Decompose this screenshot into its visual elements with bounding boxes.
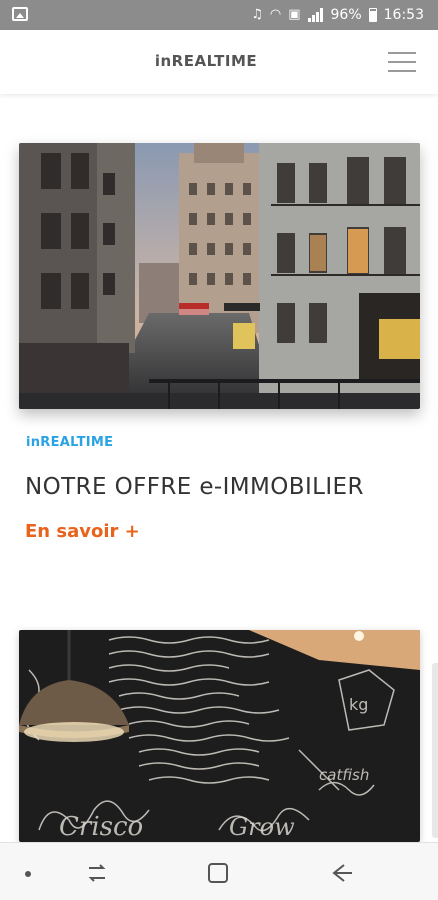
signal-icon bbox=[307, 8, 324, 22]
card-kicker: inREALTIME bbox=[26, 435, 114, 450]
scroll-indicator[interactable] bbox=[432, 663, 438, 838]
clock: 16:53 bbox=[383, 7, 424, 23]
svg-text:kg: kg bbox=[349, 695, 368, 714]
status-bar: ♫ ◠ ▣ 96% 16:53 bbox=[0, 0, 438, 30]
learn-more-link[interactable]: En savoir + bbox=[25, 521, 140, 542]
recent-apps-icon[interactable] bbox=[85, 863, 109, 883]
hamburger-icon[interactable] bbox=[388, 50, 416, 74]
battery-percent: 96% bbox=[330, 7, 362, 23]
brand-title[interactable]: inREALTIME bbox=[0, 52, 412, 70]
chalkboard-image[interactable]: kg catfish Crisco Grow bbox=[19, 630, 420, 842]
svg-text:catfish: catfish bbox=[319, 766, 369, 784]
svg-text:Grow: Grow bbox=[229, 813, 295, 841]
card-title[interactable]: NOTRE OFFRE e-IMMOBILIER bbox=[25, 474, 364, 500]
app-header: inREALTIME bbox=[0, 30, 438, 94]
volume-icon: ♫ bbox=[251, 7, 263, 22]
home-icon[interactable] bbox=[208, 863, 228, 883]
paris-street-image[interactable] bbox=[19, 143, 420, 409]
wifi-icon: ◠ bbox=[269, 7, 282, 22]
navigation-bar bbox=[0, 842, 438, 900]
image-icon bbox=[12, 7, 28, 21]
back-icon[interactable] bbox=[330, 861, 354, 885]
dot-icon[interactable] bbox=[25, 871, 31, 877]
nfc-icon: ▣ bbox=[288, 7, 301, 22]
battery-icon bbox=[368, 8, 377, 22]
svg-text:Crisco: Crisco bbox=[59, 812, 143, 842]
